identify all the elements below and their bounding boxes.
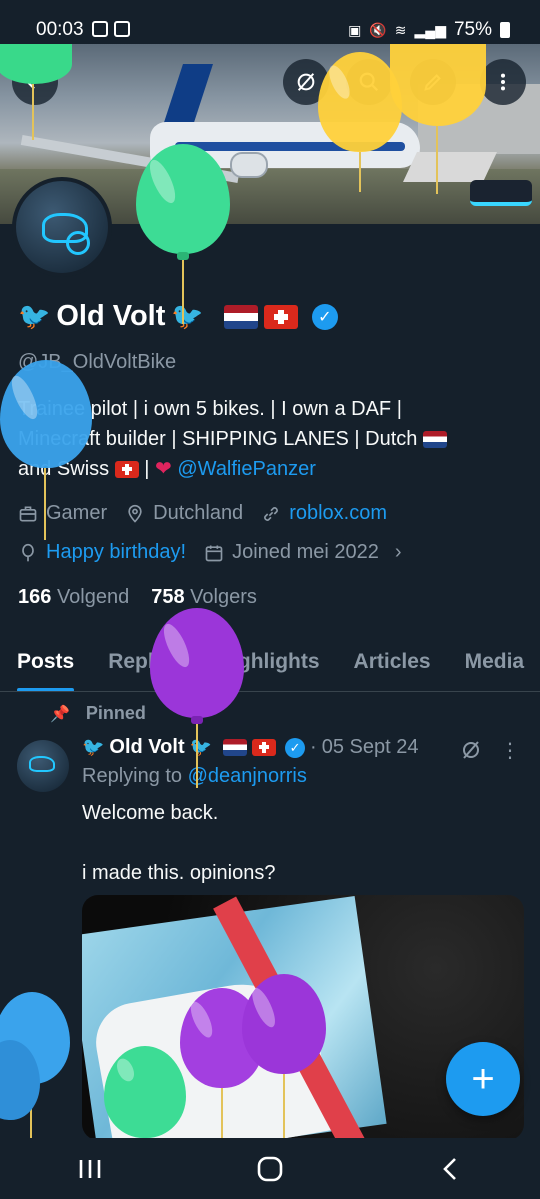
recent-apps-icon (79, 1159, 101, 1178)
pin-icon: 📌 (50, 705, 70, 723)
post-text: Welcome back. i made this. opinions? (82, 802, 276, 884)
status-right: ▣ 🔇 ≋ ▂▄▆ 75% (348, 19, 510, 41)
bird-icon: 🐦 (189, 737, 213, 757)
grok-button[interactable] (283, 59, 329, 105)
compose-post-button[interactable]: + (446, 1042, 520, 1116)
ground-vehicle (470, 180, 532, 206)
joined-item[interactable]: Joined mei 2022 › (204, 541, 402, 564)
profile-tabs: Posts Replies Highlights Articles Media (0, 640, 540, 692)
airplane-livery-stripe (175, 142, 405, 151)
bio-line: Minecraft builder | SHIPPING LANES | Dut… (18, 424, 528, 454)
bird-icon: 🐦 (171, 301, 204, 331)
netherlands-flag-icon (423, 431, 447, 449)
edit-button[interactable] (410, 59, 456, 105)
profile-bio: Trainee pilot | i own 5 bikes. | I own a… (18, 394, 528, 484)
location-pin-icon (128, 504, 142, 523)
pencil-icon (424, 74, 441, 91)
search-icon (359, 72, 379, 92)
status-time: 00:03 (36, 19, 84, 40)
follow-counts: 166 Volgend 758 Volgers (18, 586, 257, 609)
wifi-icon: ≋ (394, 21, 407, 38)
category-item: Gamer (18, 502, 107, 525)
replying-to-link[interactable]: @deanjnorris (188, 765, 307, 787)
more-options-button[interactable] (480, 59, 526, 105)
instagram-icon (92, 21, 108, 37)
tab-replies[interactable]: Replies (91, 640, 200, 691)
mute-icon: 🔇 (369, 21, 387, 38)
profile-handle: @JB_OldVoltBike (18, 351, 177, 373)
heart-icon: ❤ (155, 458, 172, 480)
bio-mention-link[interactable]: @WalfiePanzer (177, 458, 316, 480)
notification-icons (92, 21, 130, 37)
app-notification-icon (114, 21, 130, 37)
profile-meta-row-2: Happy birthday! Joined mei 2022 › (18, 541, 402, 564)
more-vertical-icon (500, 73, 506, 91)
search-button[interactable] (346, 59, 392, 105)
bird-icon: 🐦 (18, 301, 51, 331)
birthday-text[interactable]: Happy birthday! (46, 541, 186, 564)
battery-saver-icon: ▣ (348, 21, 362, 38)
status-bar: 00:03 ▣ 🔇 ≋ ▂▄▆ 75% (0, 0, 540, 44)
switzerland-flag-icon (114, 461, 139, 479)
profile-meta-row: Gamer Dutchland roblox.com (18, 502, 387, 525)
pinned-label: 📌 Pinned (50, 703, 146, 723)
post-more-icon[interactable]: ⋮ (500, 738, 520, 763)
switzerland-flag-icon (252, 739, 277, 756)
switzerland-flag-icon (263, 304, 298, 329)
tab-highlights[interactable]: Highlights (200, 640, 337, 691)
display-name: Old Volt (56, 300, 166, 332)
verified-badge-icon[interactable]: ✓ (311, 303, 338, 330)
verified-badge-icon: ✓ (285, 737, 306, 758)
avatar-bike-image (29, 756, 55, 772)
website-link[interactable]: roblox.com (289, 502, 387, 525)
profile-name-row: 🐦 Old Volt 🐦 ✓ (18, 300, 338, 333)
boarding-stairs (403, 152, 497, 182)
back-arrow-icon (26, 74, 43, 90)
location-item: Dutchland (125, 502, 243, 525)
plus-icon: + (471, 1056, 495, 1101)
chevron-left-icon (443, 1157, 456, 1180)
grok-icon (297, 73, 315, 91)
recent-apps-button[interactable] (60, 1149, 120, 1189)
bio-line: Trainee pilot | i own 5 bikes. | I own a… (18, 398, 402, 420)
birthday-item[interactable]: Happy birthday! (18, 541, 186, 564)
post-date[interactable]: 05 Sept 24 (322, 736, 419, 759)
briefcase-icon (19, 506, 37, 521)
home-icon (257, 1156, 283, 1181)
airplane-engine (230, 152, 268, 178)
balloon-icon (22, 543, 34, 561)
battery-percent: 75% (453, 19, 492, 40)
calendar-icon (205, 545, 223, 561)
followers-link[interactable]: 758 Volgers (151, 586, 257, 609)
netherlands-flag-icon (223, 739, 248, 756)
bird-icon: 🐦 (82, 737, 105, 757)
tab-media[interactable]: Media (448, 640, 540, 691)
netherlands-flag-icon (223, 304, 258, 329)
battery-icon (500, 22, 510, 38)
post-author-name[interactable]: Old Volt (109, 736, 184, 759)
balloon-purple (150, 608, 244, 788)
following-link[interactable]: 166 Volgend (18, 586, 129, 609)
tab-posts[interactable]: Posts (0, 640, 91, 691)
balloon-blue (0, 1040, 40, 1138)
system-back-button[interactable] (420, 1149, 480, 1189)
website-item[interactable]: roblox.com (261, 502, 387, 525)
profile-avatar[interactable] (12, 177, 112, 277)
bio-line: and Swiss | ❤ @WalfiePanzer (18, 458, 316, 480)
signal-icon: ▂▄▆ (414, 21, 446, 38)
chevron-right-icon: › (394, 541, 402, 563)
back-button[interactable] (12, 59, 58, 105)
replying-to: Replying to @deanjnorris (82, 765, 307, 787)
grok-icon[interactable] (459, 738, 483, 762)
post-header: 🐦 Old Volt 🐦 ✓ · 05 Sept 24 (82, 736, 419, 759)
balloon-blue (0, 992, 70, 1138)
link-icon (264, 506, 279, 521)
android-navigation-bar (0, 1138, 540, 1199)
tab-articles[interactable]: Articles (337, 640, 448, 691)
avatar-wheel (66, 231, 90, 255)
home-button[interactable] (240, 1149, 300, 1189)
post-author-avatar[interactable] (17, 740, 69, 792)
